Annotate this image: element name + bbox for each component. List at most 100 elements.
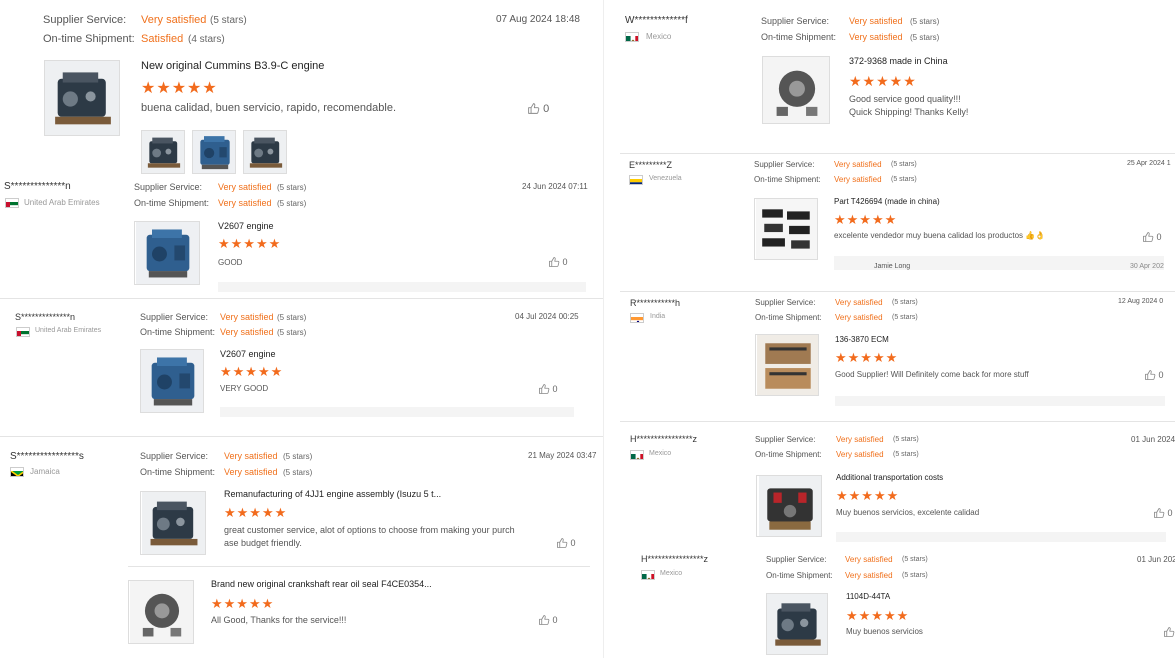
product-image[interactable] bbox=[134, 221, 200, 285]
india-flag-icon bbox=[630, 313, 644, 323]
shipment-label: On-time Shipment: bbox=[755, 450, 822, 459]
review-date: 25 Apr 2024 1 bbox=[1127, 160, 1171, 167]
supplier-service-stars: (5 stars) bbox=[892, 299, 918, 306]
shipment-label: On-time Shipment: bbox=[755, 313, 822, 322]
product-image[interactable] bbox=[128, 580, 194, 644]
like-button[interactable]: 0 bbox=[527, 102, 549, 115]
product-title[interactable]: 1104D-44TA bbox=[846, 592, 890, 601]
product-image[interactable] bbox=[766, 593, 828, 655]
review-photo[interactable] bbox=[243, 130, 287, 174]
like-count: 0 bbox=[552, 615, 558, 625]
rating-stars: ★★★★★ bbox=[224, 505, 288, 520]
shipment-stars: (4 stars) bbox=[188, 34, 225, 45]
jamaica-flag-icon bbox=[10, 467, 24, 477]
review-date: 01 Jun 2024 bbox=[1137, 555, 1175, 564]
product-title[interactable]: New original Cummins B3.9-C engine bbox=[141, 60, 324, 72]
mexico-flag-icon bbox=[641, 570, 655, 580]
supplier-service-label: Supplier Service: bbox=[766, 555, 827, 564]
review-date: 04 Jul 2024 00:25 bbox=[515, 312, 579, 321]
supplier-service-stars: (5 stars) bbox=[277, 183, 307, 192]
review-comment: Muy buenos servicios bbox=[846, 627, 923, 636]
supplier-service-label: Supplier Service: bbox=[43, 14, 127, 26]
like-button[interactable]: 0 bbox=[1142, 231, 1162, 243]
like-count: 0 bbox=[552, 384, 558, 394]
supplier-service-value: Very satisfied bbox=[141, 14, 207, 26]
thumbs-up-icon bbox=[1144, 369, 1156, 381]
shipment-value: Satisfied bbox=[141, 33, 184, 45]
venezuela-flag-icon bbox=[629, 175, 643, 185]
shipment-value: Very satisfied bbox=[834, 175, 882, 184]
review-comment: Quick Shipping! Thanks Kelly! bbox=[849, 107, 969, 117]
product-title[interactable]: Brand new original crankshaft rear oil s… bbox=[211, 579, 432, 589]
review-comment: Muy buenos servicios, excelente calidad bbox=[836, 508, 980, 517]
reviewer-name: E*********Z bbox=[629, 160, 673, 170]
review-photo[interactable] bbox=[192, 130, 236, 174]
product-image[interactable] bbox=[44, 60, 120, 136]
reviewer-country: United Arab Emirates bbox=[35, 327, 102, 334]
like-button[interactable]: 0 bbox=[1144, 369, 1164, 381]
supplier-service-label: Supplier Service: bbox=[755, 298, 816, 307]
reviewer-name: H****************z bbox=[641, 554, 709, 564]
review-comment: VERY GOOD bbox=[220, 384, 269, 393]
supplier-service-stars: (5 stars) bbox=[277, 313, 307, 322]
rating-stars: ★★★★★ bbox=[836, 488, 900, 503]
product-title[interactable]: 136-3870 ECM bbox=[835, 335, 889, 344]
review-card: Supplier Service: Very satisfied (5 star… bbox=[0, 0, 603, 176]
review-date: 07 Aug 2024 18:48 bbox=[496, 14, 580, 25]
product-title[interactable]: V2607 engine bbox=[220, 349, 276, 359]
supplier-service-value: Very satisfied bbox=[836, 435, 884, 444]
product-image[interactable] bbox=[755, 334, 819, 396]
review-photo[interactable] bbox=[141, 130, 185, 174]
shipment-stars: (5 stars) bbox=[902, 572, 928, 579]
like-count: 0 bbox=[1167, 508, 1173, 518]
like-button[interactable]: 0 bbox=[538, 614, 558, 626]
supplier-service-stars: (5 stars) bbox=[891, 161, 917, 168]
shipment-stars: (5 stars) bbox=[910, 33, 940, 42]
reviewer-name: H****************z bbox=[630, 434, 698, 444]
shipment-value: Very satisfied bbox=[836, 450, 884, 459]
review-card: E*********Z Venezuela Supplier Service: … bbox=[620, 153, 1175, 271]
like-button[interactable]: 0 bbox=[1153, 507, 1173, 519]
review-comment: excelente vendedor muy buena calidad los… bbox=[834, 231, 1046, 240]
supplier-service-label: Supplier Service: bbox=[754, 160, 815, 169]
shipment-value: Very satisfied bbox=[224, 467, 278, 477]
thumbs-up-icon bbox=[548, 256, 560, 268]
shipment-label: On-time Shipment: bbox=[766, 571, 833, 580]
like-button[interactable]: 0 bbox=[556, 537, 576, 549]
panel-divider bbox=[603, 0, 619, 658]
shipment-label: On-time Shipment: bbox=[134, 198, 210, 208]
shipment-stars: (5 stars) bbox=[283, 468, 313, 477]
product-image[interactable] bbox=[140, 349, 204, 413]
shipment-value: Very satisfied bbox=[835, 313, 883, 322]
product-image[interactable] bbox=[140, 491, 206, 555]
thumbs-up-icon bbox=[1142, 231, 1154, 243]
rating-stars: ★★★★★ bbox=[846, 608, 910, 623]
product-image[interactable] bbox=[762, 56, 830, 124]
like-button[interactable] bbox=[1163, 626, 1175, 638]
review-comment: great customer service, alot of options … bbox=[224, 525, 515, 535]
product-image[interactable] bbox=[756, 475, 822, 537]
like-button[interactable]: 0 bbox=[538, 383, 558, 395]
rating-stars: ★★★★★ bbox=[835, 350, 899, 365]
reviewer-name: R***********h bbox=[630, 298, 681, 308]
like-button[interactable]: 0 bbox=[548, 256, 568, 268]
shipment-value: Very satisfied bbox=[845, 571, 893, 580]
product-image[interactable] bbox=[754, 198, 818, 260]
review-comment: ase budget friendly. bbox=[224, 538, 302, 548]
product-title[interactable]: Part T426694 (made in china) bbox=[834, 197, 940, 206]
supplier-service-stars: (5 stars) bbox=[893, 436, 919, 443]
supplier-service-stars: (5 stars) bbox=[210, 15, 247, 26]
supplier-service-stars: (5 stars) bbox=[283, 452, 313, 461]
review-card: S****************s Jamaica Supplier Serv… bbox=[0, 436, 603, 566]
reviewer-country: United Arab Emirates bbox=[24, 198, 100, 207]
reviewer-country: India bbox=[650, 313, 666, 320]
product-title[interactable]: V2607 engine bbox=[218, 221, 274, 231]
product-title[interactable]: Additional transportation costs bbox=[836, 473, 943, 482]
supplier-service-value: Very satisfied bbox=[845, 555, 893, 564]
review-comment: buena calidad, buen servicio, rapido, re… bbox=[141, 102, 396, 114]
product-title[interactable]: Remanufacturing of 4JJ1 engine assembly … bbox=[224, 489, 441, 499]
shipment-label: On-time Shipment: bbox=[43, 33, 135, 45]
shipment-label: On-time Shipment: bbox=[140, 327, 216, 337]
supplier-service-label: Supplier Service: bbox=[134, 182, 203, 192]
product-title[interactable]: 372-9368 made in China bbox=[849, 56, 948, 66]
